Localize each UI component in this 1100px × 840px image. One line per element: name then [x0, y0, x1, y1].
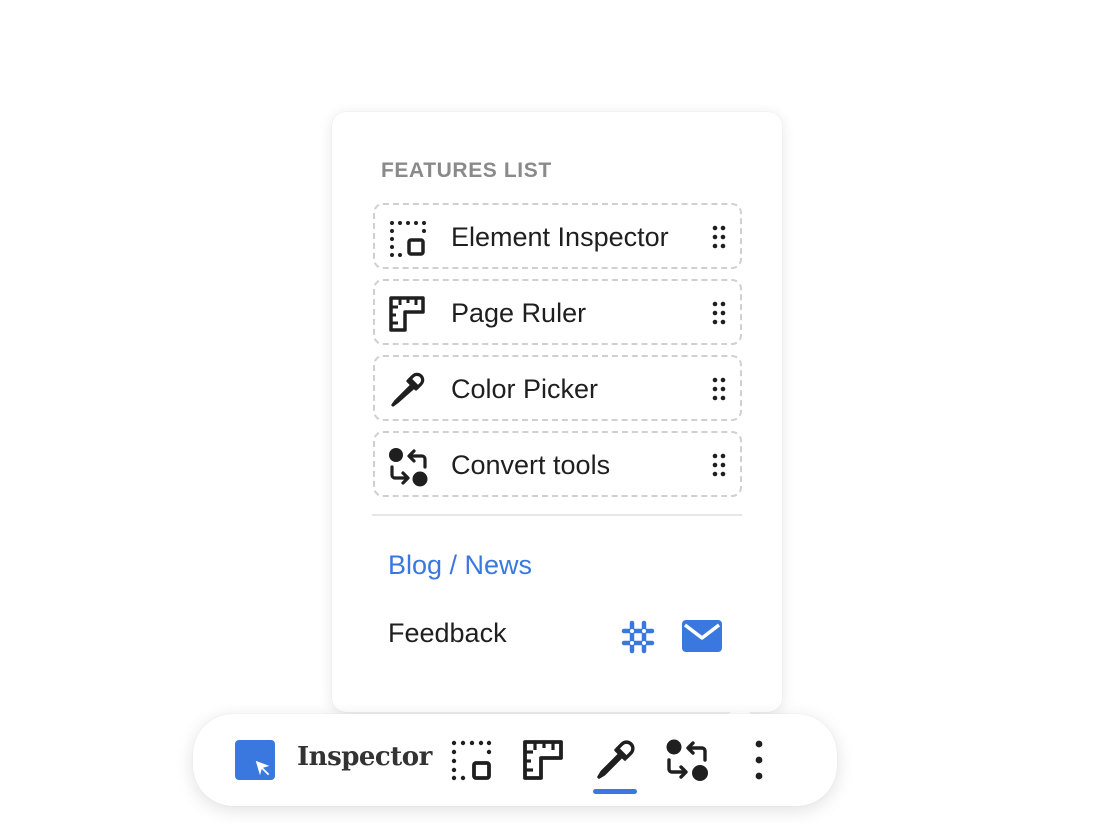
toolbar-convert-tools-button[interactable]: [665, 738, 709, 782]
feature-label: Convert tools: [451, 450, 611, 480]
page: FEATURES LIST Element Inspector Page Rul…: [0, 0, 1100, 840]
ruler-icon: [388, 295, 426, 333]
eyedropper-icon: [388, 371, 426, 409]
feature-label: Page Ruler: [451, 298, 587, 328]
more-options-button[interactable]: [737, 738, 781, 782]
element-inspector-icon: [451, 740, 492, 781]
eyedropper-icon: [597, 740, 635, 779]
feature-item-page-ruler[interactable]: Page Ruler: [373, 279, 742, 345]
mail-icon[interactable]: [681, 619, 723, 653]
blog-news-link[interactable]: Blog / News: [388, 550, 532, 581]
toolbar-page-ruler-button[interactable]: [521, 738, 565, 782]
toolbar-element-inspector-button[interactable]: [449, 738, 493, 782]
drag-handle-icon[interactable]: [712, 301, 726, 325]
features-popup: FEATURES LIST Element Inspector Page Rul…: [332, 112, 782, 712]
drag-handle-icon[interactable]: [712, 453, 726, 477]
slack-icon[interactable]: [618, 617, 658, 657]
inspector-toolbar: Inspector: [193, 714, 837, 806]
convert-icon: [666, 739, 708, 781]
feature-item-element-inspector[interactable]: Element Inspector: [373, 203, 742, 269]
drag-handle-icon[interactable]: [712, 225, 726, 249]
feature-label: Color Picker: [451, 374, 599, 404]
feature-list: Element Inspector Page Ruler Color Picke…: [373, 203, 742, 507]
brand-name: Inspector: [297, 742, 432, 772]
feature-item-color-picker[interactable]: Color Picker: [373, 355, 742, 421]
more-vertical-icon: [755, 740, 763, 780]
drag-handle-icon[interactable]: [712, 377, 726, 401]
inspector-logo-icon[interactable]: [235, 740, 277, 782]
feature-label: Element Inspector: [451, 222, 669, 252]
feature-item-convert-tools[interactable]: Convert tools: [373, 431, 742, 497]
active-tool-indicator: [593, 789, 637, 794]
divider: [372, 514, 742, 516]
element-inspector-icon: [388, 219, 426, 257]
toolbar-color-picker-button[interactable]: [593, 738, 637, 782]
features-list-title: FEATURES LIST: [381, 159, 552, 182]
convert-icon: [388, 447, 428, 487]
ruler-icon: [523, 740, 563, 780]
feedback-label: Feedback: [388, 618, 507, 648]
